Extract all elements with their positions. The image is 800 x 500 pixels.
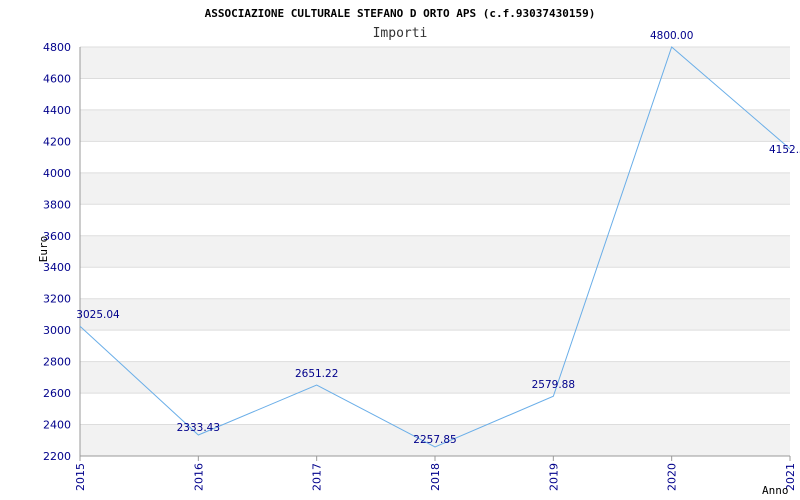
chart-title: ASSOCIAZIONE CULTURALE STEFANO D ORTO AP… [205, 7, 596, 20]
y-tick-label: 4800 [43, 41, 71, 54]
chart-subtitle: Importi [373, 26, 428, 41]
data-label: 2579.88 [532, 379, 575, 391]
data-label: 3025.04 [76, 309, 120, 321]
y-tick-label: 2800 [43, 356, 71, 369]
x-tick-label: 2018 [429, 463, 442, 491]
grid-band [80, 47, 790, 79]
y-tick-label: 2400 [43, 419, 71, 432]
grid-band [80, 109, 790, 142]
grid-band [80, 235, 790, 268]
x-tick-label: 2017 [311, 463, 324, 491]
grid-bands [80, 47, 790, 456]
x-axis-ticks: 2015 2016 2017 2018 2019 2020 2021 [74, 456, 797, 491]
grid-band [80, 172, 790, 205]
x-axis-label: Anno [762, 484, 789, 497]
y-tick-label: 3800 [43, 198, 71, 211]
x-tick-label: 2020 [666, 463, 679, 491]
data-label: 4152.3 [769, 144, 800, 156]
data-label: 2257.85 [413, 434, 456, 446]
y-tick-label: 4000 [43, 167, 71, 180]
y-tick-label: 4200 [43, 135, 71, 148]
y-tick-label: 4400 [43, 104, 71, 117]
data-label: 4800.00 [650, 30, 693, 42]
data-label: 2651.22 [295, 368, 338, 380]
grid-band [80, 298, 790, 331]
grid-band [80, 361, 790, 394]
x-tick-label: 2016 [192, 463, 205, 491]
line-chart: ASSOCIAZIONE CULTURALE STEFANO D ORTO AP… [37, 7, 800, 497]
y-tick-label: 2600 [43, 387, 71, 400]
y-tick-label: 4600 [43, 72, 71, 85]
y-tick-label: 2200 [43, 450, 71, 463]
data-label: 2333.43 [177, 422, 220, 434]
x-tick-label: 2019 [547, 463, 560, 491]
y-tick-label: 3200 [43, 293, 71, 306]
x-tick-label: 2015 [74, 463, 87, 491]
y-axis-label: Euro [37, 236, 50, 263]
y-tick-label: 3000 [43, 324, 71, 337]
